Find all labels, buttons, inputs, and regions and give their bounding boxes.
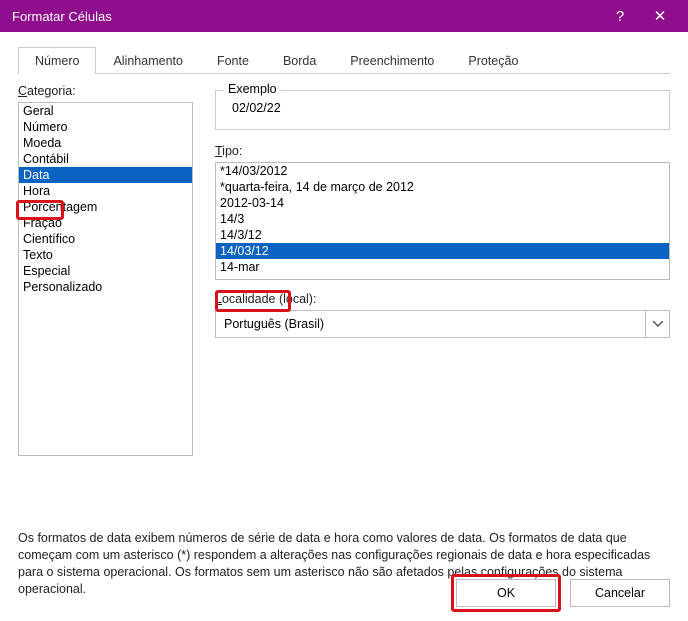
type-item[interactable]: 14/03/12 [216,243,669,259]
category-item[interactable]: Porcentagem [19,199,192,215]
cancel-button[interactable]: Cancelar [570,579,670,607]
category-item[interactable]: Científico [19,231,192,247]
type-label: Tipo: [215,144,670,158]
dialog-body: Número Alinhamento Fonte Borda Preenchim… [0,32,688,621]
chevron-down-icon[interactable] [645,311,669,337]
category-item[interactable]: Número [19,119,192,135]
category-item[interactable]: Personalizado [19,279,192,295]
category-item[interactable]: Contábil [19,151,192,167]
type-item[interactable]: 14/3/12 [216,227,669,243]
close-icon[interactable]: ✕ [640,7,680,25]
tab-alinhamento[interactable]: Alinhamento [96,47,200,74]
tab-numero[interactable]: Número [18,47,96,74]
type-item[interactable]: *quarta-feira, 14 de março de 2012 [216,179,669,195]
example-group: Exemplo 02/02/22 [215,90,670,130]
type-item[interactable]: 14/3 [216,211,669,227]
tabs: Número Alinhamento Fonte Borda Preenchim… [18,46,670,74]
type-item[interactable]: 14-mar [216,259,669,275]
locale-select[interactable]: Português (Brasil) [215,310,670,338]
locale-value: Português (Brasil) [224,317,324,331]
tab-protecao[interactable]: Proteção [451,47,535,74]
category-item[interactable]: Moeda [19,135,192,151]
category-item[interactable]: Texto [19,247,192,263]
tab-fonte[interactable]: Fonte [200,47,266,74]
category-item[interactable]: Geral [19,103,192,119]
help-icon[interactable]: ? [600,8,640,25]
type-listbox[interactable]: *14/03/2012*quarta-feira, 14 de março de… [215,162,670,280]
type-item[interactable]: 2012-03-14 [216,195,669,211]
main-row: Categoria: GeralNúmeroMoedaContábilDataH… [18,84,670,456]
category-label: Categoria: [18,84,193,98]
category-item[interactable]: Hora [19,183,192,199]
category-item[interactable]: Data [19,167,192,183]
tab-borda[interactable]: Borda [266,47,333,74]
ok-button[interactable]: OK [456,579,556,607]
category-column: Categoria: GeralNúmeroMoedaContábilDataH… [18,84,193,456]
locale-label: Localidade (local): [215,292,670,306]
example-value: 02/02/22 [226,101,659,115]
right-column: Exemplo 02/02/22 Tipo: *14/03/2012*quart… [215,84,670,456]
type-item[interactable]: *14/03/2012 [216,163,669,179]
example-legend: Exemplo [224,82,281,96]
window-title: Formatar Células [12,9,600,24]
category-item[interactable]: Especial [19,263,192,279]
button-row: OK Cancelar [456,579,670,607]
titlebar: Formatar Células ? ✕ [0,0,688,32]
tab-preenchimento[interactable]: Preenchimento [333,47,451,74]
category-listbox[interactable]: GeralNúmeroMoedaContábilDataHoraPorcenta… [18,102,193,456]
category-item[interactable]: Fração [19,215,192,231]
